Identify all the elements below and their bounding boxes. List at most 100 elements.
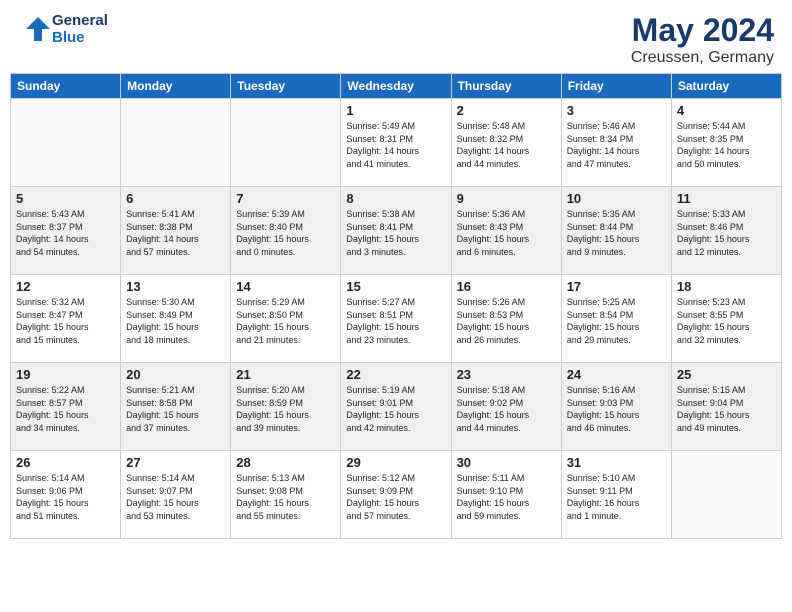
calendar-cell: 27 Sunrise: 5:14 AM Sunset: 9:07 PM Dayli…: [121, 451, 231, 539]
day-info: Sunrise: 5:27 AM Sunset: 8:51 PM Dayligh…: [346, 296, 445, 346]
day-info: Sunrise: 5:26 AM Sunset: 8:53 PM Dayligh…: [457, 296, 556, 346]
calendar-cell: 29Sunrise: 5:12 AM Sunset: 9:09 PM Dayli…: [341, 451, 451, 539]
day-number: 22: [346, 367, 445, 382]
day-info: Sunrise: 5:22 AM Sunset: 8:57 PM Dayligh…: [16, 384, 115, 434]
calendar-cell: 4 Sunrise: 5:44 AM Sunset: 8:35 PM Daylig…: [671, 99, 781, 187]
calendar-cell: 12 Sunrise: 5:32 AM Sunset: 8:47 PM Dayli…: [11, 275, 121, 363]
calendar-cell: 9 Sunrise: 5:36 AM Sunset: 8:43 PM Daylig…: [451, 187, 561, 275]
calendar-cell: 6 Sunrise: 5:41 AM Sunset: 8:38 PM Daylig…: [121, 187, 231, 275]
logo-text-blue: Blue: [52, 29, 108, 46]
calendar-cell: 28 Sunrise: 5:13 AM Sunset: 9:08 PM Dayli…: [231, 451, 341, 539]
day-number: 14: [236, 279, 335, 294]
calendar-cell: 10 Sunrise: 5:35 AM Sunset: 8:44 PM Dayli…: [561, 187, 671, 275]
day-number: 5: [16, 191, 115, 206]
calendar-cell: 1 Sunrise: 5:49 AM Sunset: 8:31 PM Daylig…: [341, 99, 451, 187]
calendar-cell: 11 Sunrise: 5:33 AM Sunset: 8:46 PM Dayli…: [671, 187, 781, 275]
calendar-cell: 23Sunrise: 5:18 AM Sunset: 9:02 PM Dayli…: [451, 363, 561, 451]
day-info: Sunrise: 5:46 AM Sunset: 8:34 PM Dayligh…: [567, 120, 666, 170]
day-info: Sunrise: 5:10 AM Sunset: 9:11 PM Dayligh…: [567, 472, 666, 522]
calendar-cell: 15 Sunrise: 5:27 AM Sunset: 8:51 PM Dayli…: [341, 275, 451, 363]
calendar-title: May 2024: [631, 12, 774, 49]
calendar-cell: 2Sunrise: 5:48 AM Sunset: 8:32 PM Daylig…: [451, 99, 561, 187]
day-number: 12: [16, 279, 115, 294]
calendar-week-row: 26 Sunrise: 5:14 AM Sunset: 9:06 PM Dayli…: [11, 451, 782, 539]
day-info: Sunrise: 5:29 AM Sunset: 8:50 PM Dayligh…: [236, 296, 335, 346]
calendar-cell: 26 Sunrise: 5:14 AM Sunset: 9:06 PM Dayli…: [11, 451, 121, 539]
calendar-cell: 18 Sunrise: 5:23 AM Sunset: 8:55 PM Dayli…: [671, 275, 781, 363]
day-number: 7: [236, 191, 335, 206]
day-info: Sunrise: 5:23 AM Sunset: 8:55 PM Dayligh…: [677, 296, 776, 346]
calendar-week-row: 19 Sunrise: 5:22 AM Sunset: 8:57 PM Dayli…: [11, 363, 782, 451]
calendar-cell: [231, 99, 341, 187]
day-number: 9: [457, 191, 556, 206]
day-info: Sunrise: 5:38 AM Sunset: 8:41 PM Dayligh…: [346, 208, 445, 258]
day-info: Sunrise: 5:35 AM Sunset: 8:44 PM Dayligh…: [567, 208, 666, 258]
day-info: Sunrise: 5:41 AM Sunset: 8:38 PM Dayligh…: [126, 208, 225, 258]
day-info: Sunrise: 5:25 AM Sunset: 8:54 PM Dayligh…: [567, 296, 666, 346]
calendar-cell: 13 Sunrise: 5:30 AM Sunset: 8:49 PM Dayli…: [121, 275, 231, 363]
calendar-cell: 5 Sunrise: 5:43 AM Sunset: 8:37 PM Daylig…: [11, 187, 121, 275]
day-number: 6: [126, 191, 225, 206]
day-number: 28: [236, 455, 335, 470]
day-info: Sunrise: 5:30 AM Sunset: 8:49 PM Dayligh…: [126, 296, 225, 346]
logo: General Blue: [18, 12, 108, 47]
calendar-cell: 21Sunrise: 5:20 AM Sunset: 8:59 PM Dayli…: [231, 363, 341, 451]
day-header-tuesday: Tuesday: [231, 74, 341, 99]
day-number: 4: [677, 103, 776, 118]
day-number: 1: [346, 103, 445, 118]
day-header-thursday: Thursday: [451, 74, 561, 99]
day-number: 18: [677, 279, 776, 294]
calendar-cell: 31 Sunrise: 5:10 AM Sunset: 9:11 PM Dayli…: [561, 451, 671, 539]
day-number: 25: [677, 367, 776, 382]
day-number: 3: [567, 103, 666, 118]
calendar-cell: 7 Sunrise: 5:39 AM Sunset: 8:40 PM Daylig…: [231, 187, 341, 275]
day-info: Sunrise: 5:44 AM Sunset: 8:35 PM Dayligh…: [677, 120, 776, 170]
day-info: Sunrise: 5:32 AM Sunset: 8:47 PM Dayligh…: [16, 296, 115, 346]
day-number: 27: [126, 455, 225, 470]
logo-bird-icon: [18, 13, 50, 45]
calendar-subtitle: Creussen, Germany: [631, 49, 774, 67]
day-info: Sunrise: 5:36 AM Sunset: 8:43 PM Dayligh…: [457, 208, 556, 258]
day-header-wednesday: Wednesday: [341, 74, 451, 99]
day-number: 19: [16, 367, 115, 382]
day-info: Sunrise: 5:16 AM Sunset: 9:03 PM Dayligh…: [567, 384, 666, 434]
day-number: 20: [126, 367, 225, 382]
calendar-cell: 8Sunrise: 5:38 AM Sunset: 8:41 PM Daylig…: [341, 187, 451, 275]
calendar-cell: [121, 99, 231, 187]
calendar-cell: 3 Sunrise: 5:46 AM Sunset: 8:34 PM Daylig…: [561, 99, 671, 187]
calendar-cell: 20 Sunrise: 5:21 AM Sunset: 8:58 PM Dayli…: [121, 363, 231, 451]
day-number: 21: [236, 367, 335, 382]
day-info: Sunrise: 5:14 AM Sunset: 9:06 PM Dayligh…: [16, 472, 115, 522]
title-block: May 2024 Creussen, Germany: [631, 12, 774, 67]
day-info: Sunrise: 5:14 AM Sunset: 9:07 PM Dayligh…: [126, 472, 225, 522]
day-info: Sunrise: 5:18 AM Sunset: 9:02 PM Dayligh…: [457, 384, 556, 434]
day-info: Sunrise: 5:11 AM Sunset: 9:10 PM Dayligh…: [457, 472, 556, 522]
header: General Blue May 2024 Creussen, Germany: [0, 0, 792, 73]
calendar-cell: 25 Sunrise: 5:15 AM Sunset: 9:04 PM Dayli…: [671, 363, 781, 451]
day-info: Sunrise: 5:13 AM Sunset: 9:08 PM Dayligh…: [236, 472, 335, 522]
day-number: 31: [567, 455, 666, 470]
calendar-cell: 22 Sunrise: 5:19 AM Sunset: 9:01 PM Dayli…: [341, 363, 451, 451]
day-info: Sunrise: 5:33 AM Sunset: 8:46 PM Dayligh…: [677, 208, 776, 258]
calendar-cell: 30 Sunrise: 5:11 AM Sunset: 9:10 PM Dayli…: [451, 451, 561, 539]
day-number: 30: [457, 455, 556, 470]
day-info: Sunrise: 5:15 AM Sunset: 9:04 PM Dayligh…: [677, 384, 776, 434]
day-number: 11: [677, 191, 776, 206]
day-info: Sunrise: 5:21 AM Sunset: 8:58 PM Dayligh…: [126, 384, 225, 434]
day-info: Sunrise: 5:49 AM Sunset: 8:31 PM Dayligh…: [346, 120, 445, 170]
day-header-sunday: Sunday: [11, 74, 121, 99]
day-info: Sunrise: 5:19 AM Sunset: 9:01 PM Dayligh…: [346, 384, 445, 434]
day-number: 13: [126, 279, 225, 294]
day-info: Sunrise: 5:43 AM Sunset: 8:37 PM Dayligh…: [16, 208, 115, 258]
day-number: 10: [567, 191, 666, 206]
day-number: 26: [16, 455, 115, 470]
day-number: 29: [346, 455, 445, 470]
calendar-cell: 17 Sunrise: 5:25 AM Sunset: 8:54 PM Dayli…: [561, 275, 671, 363]
calendar-week-row: 12 Sunrise: 5:32 AM Sunset: 8:47 PM Dayli…: [11, 275, 782, 363]
calendar-cell: 24Sunrise: 5:16 AM Sunset: 9:03 PM Dayli…: [561, 363, 671, 451]
day-number: 15: [346, 279, 445, 294]
day-info: Sunrise: 5:39 AM Sunset: 8:40 PM Dayligh…: [236, 208, 335, 258]
day-header-monday: Monday: [121, 74, 231, 99]
day-number: 17: [567, 279, 666, 294]
calendar-cell: 14 Sunrise: 5:29 AM Sunset: 8:50 PM Dayli…: [231, 275, 341, 363]
